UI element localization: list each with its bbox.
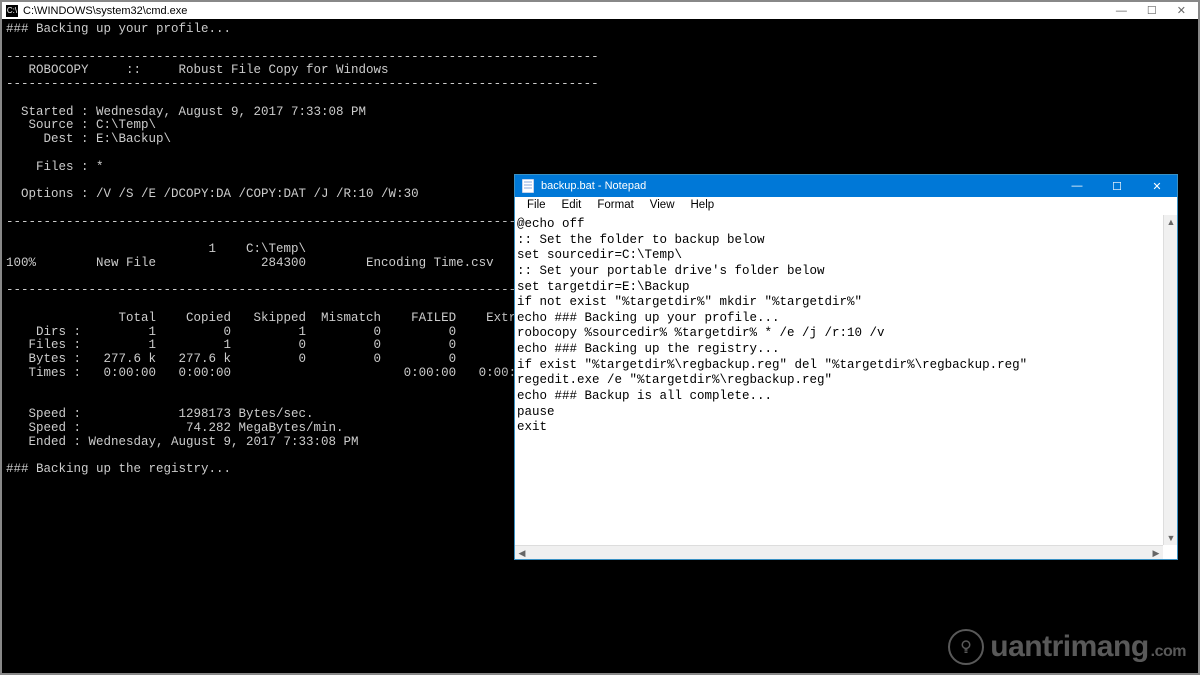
notepad-window-controls: — ☐ ✕ <box>1057 175 1177 197</box>
watermark-text: uantrimang <box>990 630 1148 664</box>
bulb-icon <box>948 629 984 665</box>
watermark: uantrimang.com <box>948 629 1186 665</box>
menu-file[interactable]: File <box>519 197 554 215</box>
notepad-icon <box>521 179 535 193</box>
watermark-suffix: .com <box>1151 643 1186 661</box>
close-button[interactable]: ✕ <box>1177 4 1186 17</box>
maximize-button[interactable]: ☐ <box>1147 4 1157 17</box>
scroll-down-icon[interactable]: ▼ <box>1164 531 1178 545</box>
notepad-text-area[interactable]: @echo off :: Set the folder to backup be… <box>515 215 1177 559</box>
menu-help[interactable]: Help <box>683 197 723 215</box>
menu-format[interactable]: Format <box>589 197 641 215</box>
notepad-titlebar[interactable]: backup.bat - Notepad — ☐ ✕ <box>515 175 1177 197</box>
notepad-menu-bar: File Edit Format View Help <box>515 197 1177 215</box>
notepad-window[interactable]: backup.bat - Notepad — ☐ ✕ File Edit For… <box>514 174 1178 560</box>
minimize-button[interactable]: — <box>1116 5 1127 17</box>
cmd-window-controls: — ☐ ✕ <box>1116 4 1198 17</box>
scroll-left-icon[interactable]: ◀ <box>515 546 529 560</box>
maximize-button[interactable]: ☐ <box>1097 175 1137 197</box>
scroll-right-icon[interactable]: ▶ <box>1149 546 1163 560</box>
minimize-button[interactable]: — <box>1057 175 1097 197</box>
horizontal-scrollbar[interactable]: ◀ ▶ <box>515 545 1163 559</box>
notepad-title: backup.bat - Notepad <box>541 180 1057 192</box>
cmd-icon: C:\ <box>6 5 18 17</box>
cmd-title: C:\WINDOWS\system32\cmd.exe <box>23 5 1116 17</box>
close-button[interactable]: ✕ <box>1137 175 1177 197</box>
menu-view[interactable]: View <box>642 197 683 215</box>
menu-edit[interactable]: Edit <box>554 197 590 215</box>
vertical-scrollbar[interactable]: ▲ ▼ <box>1163 215 1177 545</box>
cmd-titlebar[interactable]: C:\ C:\WINDOWS\system32\cmd.exe — ☐ ✕ <box>2 2 1198 19</box>
scroll-up-icon[interactable]: ▲ <box>1164 215 1178 229</box>
